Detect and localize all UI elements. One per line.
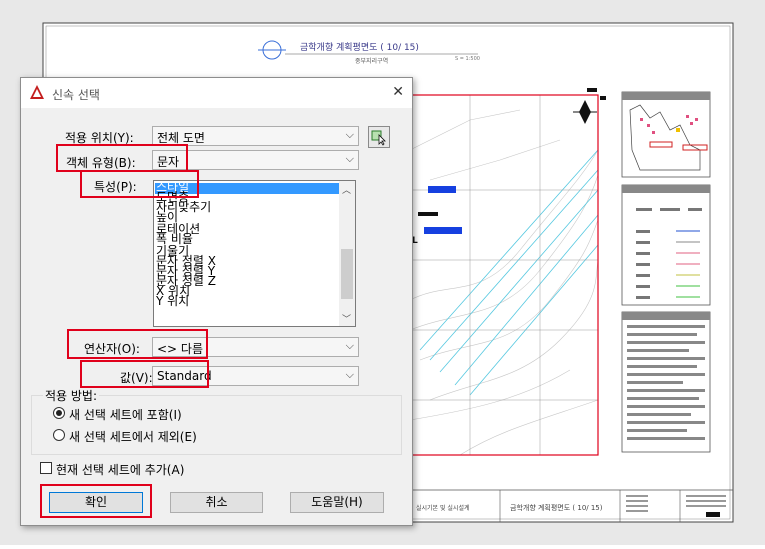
value-value: Standard bbox=[157, 369, 212, 383]
chevron-down-icon: ⌵ bbox=[345, 368, 354, 381]
dialog-titlebar[interactable]: 신속 선택 ✕ bbox=[21, 78, 412, 108]
quick-select-dialog: 신속 선택 ✕ 적용 위치(Y): 전체 도면 ⌵ 객체 유형(B): 문자 ⌵… bbox=[20, 77, 413, 526]
list-item[interactable]: Y 위치 bbox=[156, 295, 189, 308]
list-item[interactable]: 폭 비율 bbox=[156, 233, 193, 246]
autocad-logo-icon bbox=[30, 85, 44, 99]
include-radio-label[interactable]: 새 선택 세트에 포함(I) bbox=[69, 406, 182, 423]
properties-listbox[interactable]: 스타일 도면층 자리맞추기 높이 로테이션 폭 비율 기울기 문자 정렬 X 문… bbox=[153, 180, 356, 327]
title-block-left-text: 실시기본 및 실시설계 bbox=[416, 505, 470, 512]
chevron-down-icon: ⌵ bbox=[345, 152, 354, 165]
object-type-label: 객체 유형(B): bbox=[66, 156, 136, 170]
apply-to-label: 적용 위치(Y): bbox=[65, 131, 134, 145]
append-checkbox-label[interactable]: 현재 선택 세트에 추가(A) bbox=[56, 461, 184, 478]
chevron-down-icon: ⌵ bbox=[345, 128, 354, 141]
value-label: 값(V): bbox=[120, 371, 153, 385]
append-checkbox[interactable] bbox=[40, 462, 52, 474]
drawing-subtitle: 중부지리구역 bbox=[355, 58, 389, 65]
scroll-up-icon[interactable]: ︿ bbox=[342, 183, 351, 196]
apply-method-label: 적용 방법: bbox=[43, 387, 100, 404]
dialog-title: 신속 선택 bbox=[52, 88, 100, 102]
apply-to-dropdown[interactable]: 전체 도면 ⌵ bbox=[152, 126, 359, 146]
list-item[interactable]: 높이 bbox=[156, 211, 178, 224]
value-dropdown[interactable]: Standard ⌵ bbox=[152, 366, 359, 386]
include-radio[interactable] bbox=[53, 407, 65, 419]
operator-label: 연산자(O): bbox=[84, 342, 140, 356]
apply-to-value: 전체 도면 bbox=[157, 131, 205, 145]
scroll-down-icon[interactable]: ﹀ bbox=[342, 312, 351, 325]
operator-dropdown[interactable]: <> 다름 ⌵ bbox=[152, 337, 359, 357]
scrollbar-thumb[interactable] bbox=[341, 249, 353, 299]
radio-dot bbox=[56, 410, 62, 416]
close-icon[interactable]: ✕ bbox=[392, 84, 404, 100]
select-objects-button[interactable] bbox=[368, 126, 390, 148]
properties-label: 특성(P): bbox=[94, 180, 137, 194]
exclude-radio[interactable] bbox=[53, 429, 65, 441]
object-type-value: 문자 bbox=[157, 155, 180, 169]
apply-method-group bbox=[31, 395, 402, 455]
object-type-dropdown[interactable]: 문자 ⌵ bbox=[152, 150, 359, 170]
select-objects-icon bbox=[371, 130, 386, 146]
chevron-down-icon: ⌵ bbox=[345, 339, 354, 352]
drawing-scale: S = 1:500 bbox=[455, 56, 480, 62]
title-block-text: 금학개향 계획평면도 ( 10/ 15) bbox=[510, 504, 603, 512]
operator-value: <> 다름 bbox=[157, 342, 204, 356]
ok-button[interactable]: 확인 bbox=[49, 492, 143, 513]
drawing-title: 금학개향 계획평면도 ( 10/ 15) bbox=[300, 43, 419, 53]
cancel-button[interactable]: 취소 bbox=[170, 492, 263, 513]
exclude-radio-label[interactable]: 새 선택 세트에서 제외(E) bbox=[69, 428, 197, 445]
help-button[interactable]: 도움말(H) bbox=[290, 492, 384, 513]
listbox-scrollbar[interactable]: ︿ ﹀ bbox=[339, 181, 355, 326]
